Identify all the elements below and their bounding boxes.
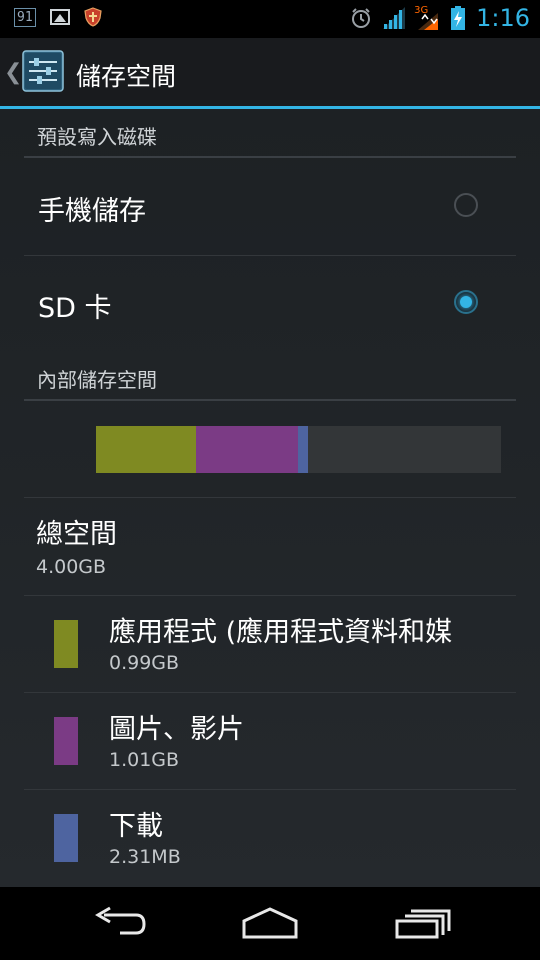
- alarm-icon: [352, 8, 371, 28]
- navigation-bar: [0, 887, 540, 960]
- action-bar: ❮ 儲存空間: [0, 38, 540, 109]
- category-value: 0.99GB: [109, 652, 180, 674]
- storage-settings-list[interactable]: 預設寫入磁碟 手機儲存 SD 卡 內部儲存空間 總空間 4.00GB 應用程式 …: [0, 109, 540, 887]
- apps-color-swatch: [54, 620, 78, 668]
- radio-sd-card[interactable]: [454, 290, 478, 314]
- status-bar: 91 3G 1:16: [0, 0, 540, 38]
- category-title: 下載: [109, 811, 163, 842]
- 3g-icon: 3G: [414, 5, 440, 31]
- section-header-default-disk: 預設寫入磁碟: [24, 109, 516, 158]
- storage-bar-segment: [96, 426, 197, 473]
- storage-bar-segment: [196, 426, 299, 473]
- section-header-internal-storage: 內部儲存空間: [24, 352, 516, 401]
- pictures-color-swatch: [54, 717, 78, 765]
- section-header-label: 預設寫入磁碟: [37, 125, 157, 149]
- total-space-value: 4.00GB: [36, 556, 107, 578]
- category-row-downloads[interactable]: 下載 2.31MB: [24, 789, 516, 886]
- page-title: 儲存空間: [76, 62, 177, 91]
- category-value: 2.31MB: [109, 846, 181, 868]
- home-icon[interactable]: [240, 905, 300, 941]
- category-row-apps[interactable]: 應用程式 (應用程式資料和媒 0.99GB: [24, 595, 516, 692]
- signal-icon: [383, 7, 406, 29]
- option-phone-storage[interactable]: 手機儲存: [24, 158, 516, 256]
- battery-charging-icon: [451, 6, 466, 30]
- storage-usage-bar: [96, 426, 501, 473]
- category-value: 1.01GB: [109, 749, 180, 771]
- option-sd-card[interactable]: SD 卡: [24, 256, 516, 352]
- total-space-label: 總空間: [36, 519, 117, 550]
- chevron-left-icon[interactable]: ❮: [4, 60, 22, 85]
- shield-icon: [83, 7, 102, 27]
- settings-sliders-icon[interactable]: [22, 50, 64, 92]
- back-icon[interactable]: [90, 905, 150, 941]
- divider: [24, 497, 516, 498]
- storage-bar-segment: [298, 426, 308, 473]
- category-title: 圖片、影片: [109, 714, 244, 745]
- notification-91-icon: 91: [14, 7, 36, 27]
- clock: 1:16: [476, 4, 530, 32]
- image-icon: [49, 9, 70, 25]
- option-label: 手機儲存: [38, 196, 146, 227]
- category-title: 應用程式 (應用程式資料和媒: [109, 617, 453, 648]
- recent-apps-icon[interactable]: [393, 905, 453, 941]
- section-header-label: 內部儲存空間: [37, 368, 157, 392]
- option-label: SD 卡: [38, 293, 112, 324]
- radio-phone-storage[interactable]: [454, 193, 478, 217]
- downloads-color-swatch: [54, 814, 78, 862]
- category-row-pictures-videos[interactable]: 圖片、影片 1.01GB: [24, 692, 516, 789]
